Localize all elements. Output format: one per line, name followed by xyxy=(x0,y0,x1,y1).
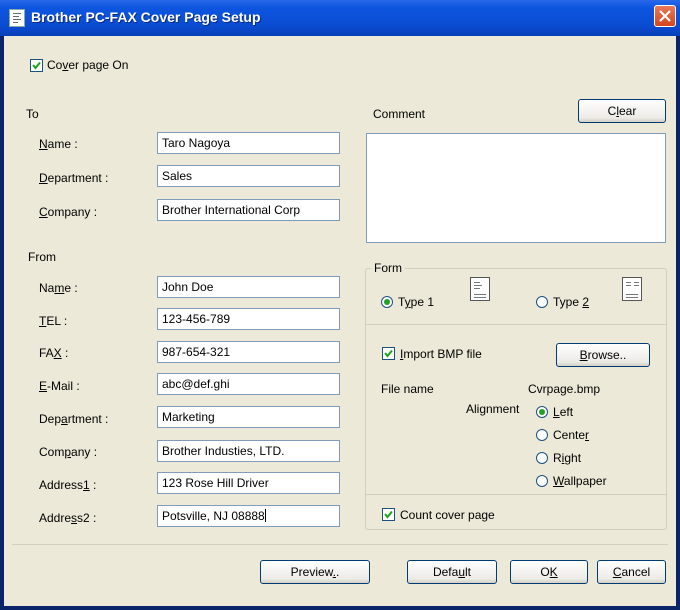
dialog-window: Brother PC-FAX Cover Page Setup Cover pa… xyxy=(0,0,680,610)
from-name-input[interactable]: John Doe xyxy=(157,276,340,298)
comment-textarea[interactable] xyxy=(366,133,666,243)
form-separator-top xyxy=(366,324,666,325)
align-wallpaper-label[interactable]: Wallpaper xyxy=(553,474,607,488)
from-tel-input[interactable]: 123-456-789 xyxy=(157,308,340,330)
clear-button[interactable]: Clear xyxy=(578,99,666,123)
text-cursor xyxy=(264,509,266,522)
type2-preview-icon xyxy=(622,277,642,301)
count-cover-page-label[interactable]: Count cover page xyxy=(400,508,495,522)
import-bmp-checkbox[interactable] xyxy=(382,347,395,360)
from-department-input[interactable]: Marketing xyxy=(157,406,340,428)
title-bar[interactable]: Brother PC-FAX Cover Page Setup xyxy=(0,0,680,36)
align-left-radio[interactable] xyxy=(536,406,548,418)
to-name-label: Name : xyxy=(39,137,78,151)
from-name-label: Name : xyxy=(39,281,78,295)
from-address2-input[interactable]: Potsville, NJ 08888 xyxy=(157,505,340,527)
count-cover-page-checkbox[interactable] xyxy=(382,508,395,521)
align-center-label[interactable]: Center xyxy=(553,428,589,442)
from-email-label: E-Mail : xyxy=(39,379,80,393)
form-separator-bottom xyxy=(366,494,666,495)
from-fax-label: FAX : xyxy=(39,346,69,360)
preview-button[interactable]: Preview.. xyxy=(260,560,370,584)
to-name-input[interactable]: Taro Nagoya xyxy=(157,132,340,154)
fax-app-icon xyxy=(9,9,25,27)
from-heading: From xyxy=(28,250,56,264)
cover-page-on-checkbox[interactable] xyxy=(30,59,43,72)
browse-button[interactable]: Browse.. xyxy=(556,343,650,367)
from-address1-input[interactable]: 123 Rose Hill Driver xyxy=(157,472,340,494)
close-icon[interactable] xyxy=(654,5,676,27)
dialog-body: Cover page On To Name : Taro Nagoya Depa… xyxy=(4,36,676,606)
to-department-input[interactable]: Sales xyxy=(157,165,340,187)
comment-label: Comment xyxy=(373,107,426,121)
align-center-radio[interactable] xyxy=(536,429,548,441)
from-company-input[interactable]: Brother Industies, LTD. xyxy=(157,440,340,462)
type2-label[interactable]: Type 2 xyxy=(553,295,589,309)
to-heading: To xyxy=(26,107,39,121)
cancel-button[interactable]: Cancel xyxy=(597,560,666,584)
default-button[interactable]: Default xyxy=(407,560,497,584)
file-name-value: Cvrpage.bmp xyxy=(528,382,601,396)
type1-label[interactable]: Type 1 xyxy=(398,295,434,309)
from-email-input[interactable]: abc@def.ghi xyxy=(157,373,340,395)
type1-preview-icon xyxy=(470,277,490,301)
file-name-label: File name xyxy=(381,382,434,396)
alignment-label: Alignment xyxy=(466,402,520,416)
ok-button[interactable]: OK xyxy=(510,560,588,584)
align-left-label[interactable]: Left xyxy=(553,405,573,419)
from-tel-label: TEL : xyxy=(39,314,68,328)
align-right-label[interactable]: Right xyxy=(553,451,581,465)
align-right-radio[interactable] xyxy=(536,452,548,464)
cover-page-on-label[interactable]: Cover page On xyxy=(47,58,128,72)
from-address2-label: Address2 : xyxy=(39,511,97,525)
window-title: Brother PC-FAX Cover Page Setup xyxy=(31,9,261,25)
import-bmp-label[interactable]: Import BMP file xyxy=(400,347,482,361)
from-company-label: Company : xyxy=(39,445,98,459)
to-company-label: Company : xyxy=(39,205,98,219)
type1-radio[interactable] xyxy=(381,296,393,308)
bottom-separator xyxy=(12,544,668,545)
align-wallpaper-radio[interactable] xyxy=(536,475,548,487)
from-address1-label: Address1 : xyxy=(39,478,97,492)
from-department-label: Department : xyxy=(39,412,109,426)
form-group-label: Form xyxy=(371,261,405,275)
to-department-label: Department : xyxy=(39,171,109,185)
to-company-input[interactable]: Brother International Corp xyxy=(157,199,340,221)
type2-radio[interactable] xyxy=(536,296,548,308)
from-fax-input[interactable]: 987-654-321 xyxy=(157,341,340,363)
